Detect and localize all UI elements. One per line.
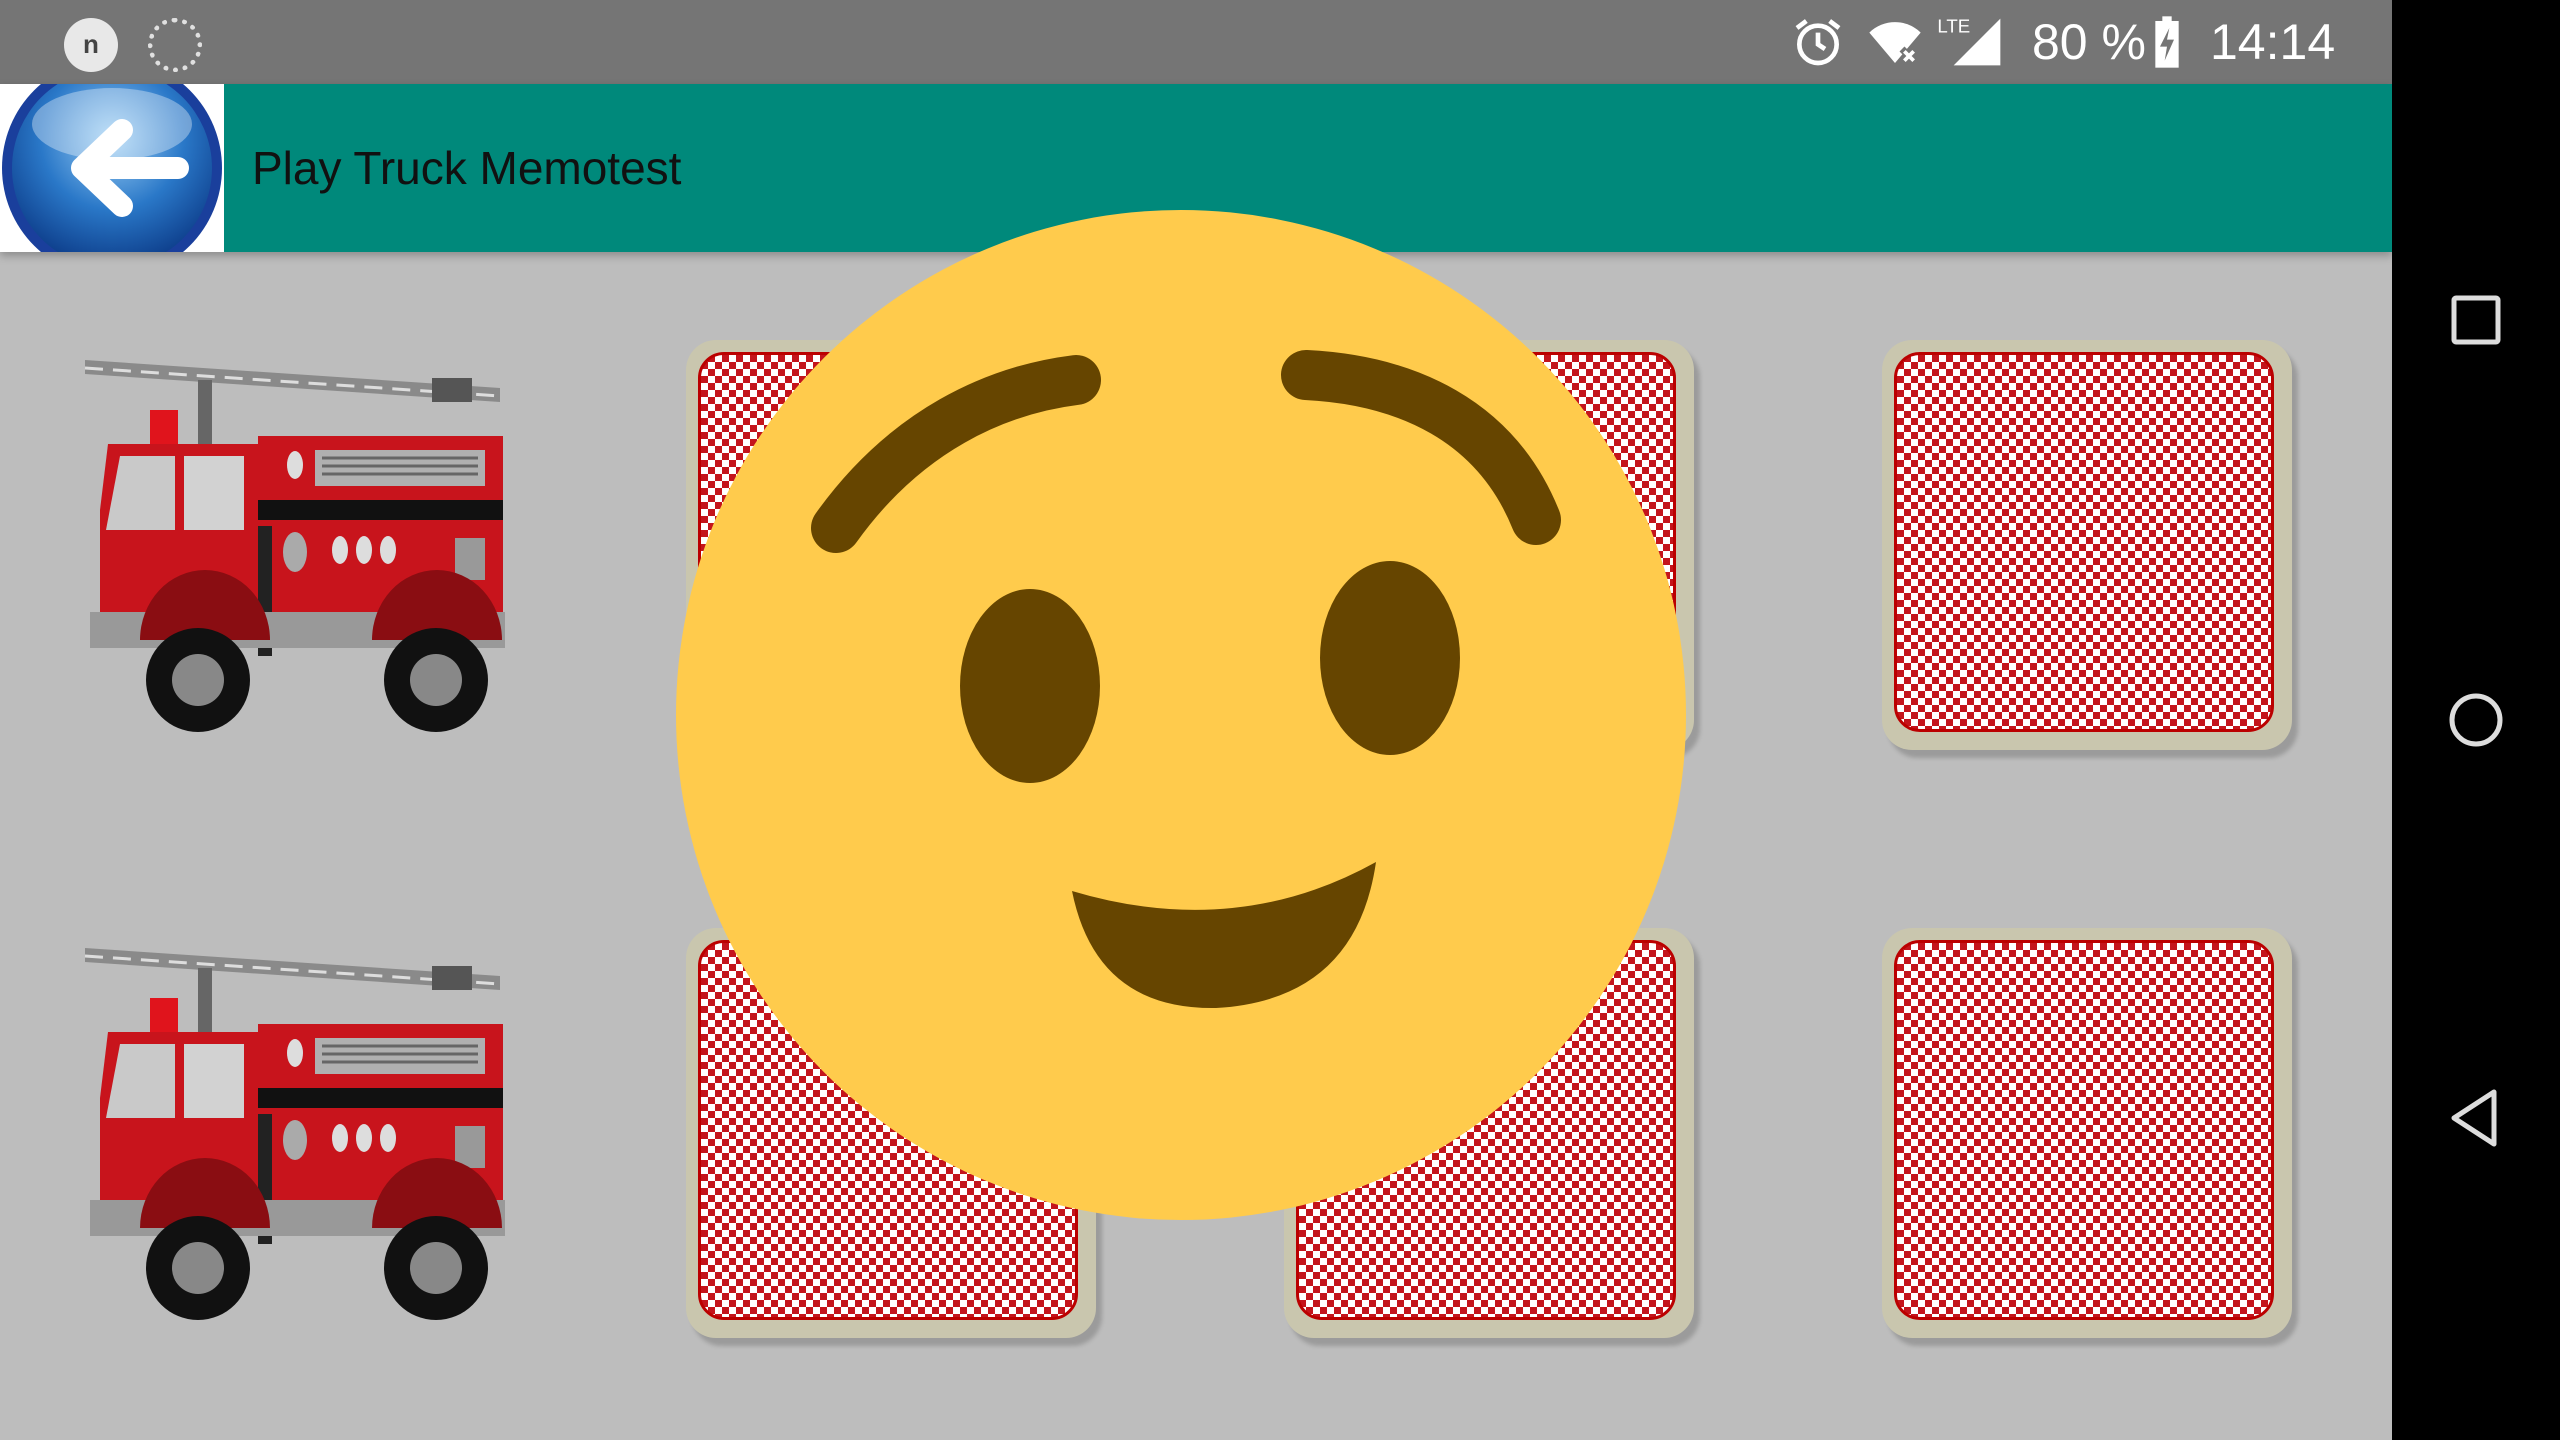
card-revealed-fire-truck[interactable]	[80, 340, 510, 740]
card-back	[1882, 340, 2292, 750]
svg-text:LTE: LTE	[1937, 16, 1970, 37]
back-icon[interactable]	[2436, 1078, 2516, 1158]
back-arrow-icon	[2, 58, 222, 278]
wifi-off-icon	[1869, 22, 1921, 66]
card-face-down[interactable]	[1882, 928, 2302, 1348]
card-revealed-fire-truck[interactable]	[80, 928, 510, 1328]
fire-truck-icon	[84, 948, 505, 1320]
system-nav-bar	[2392, 0, 2560, 1440]
card-face-down[interactable]	[1882, 340, 2302, 760]
battery-percent: 80 %	[2032, 14, 2146, 70]
clock: 14:14	[2210, 14, 2336, 70]
fire-truck-icon	[84, 360, 505, 732]
battery-charging-icon	[2155, 16, 2179, 68]
page-title: Play Truck Memotest	[252, 142, 682, 194]
notification-sync-icon	[148, 18, 202, 72]
home-icon[interactable]	[2436, 680, 2516, 760]
notification-n-icon: n	[64, 18, 118, 72]
card-pattern	[1894, 940, 2274, 1320]
back-button[interactable]	[0, 58, 224, 278]
recents-icon[interactable]	[2436, 280, 2516, 360]
lte-signal-icon: LTE	[1937, 16, 2001, 66]
app-screen: n LTE 80 % 14:14 Play Truck Memotest	[0, 0, 2392, 1440]
status-bar: n LTE 80 % 14:14	[0, 0, 2392, 84]
card-pattern	[1894, 352, 2274, 732]
alarm-icon	[1795, 19, 1841, 66]
card-back	[1882, 928, 2292, 1338]
smiling-face-emoji-icon	[676, 210, 1686, 1220]
